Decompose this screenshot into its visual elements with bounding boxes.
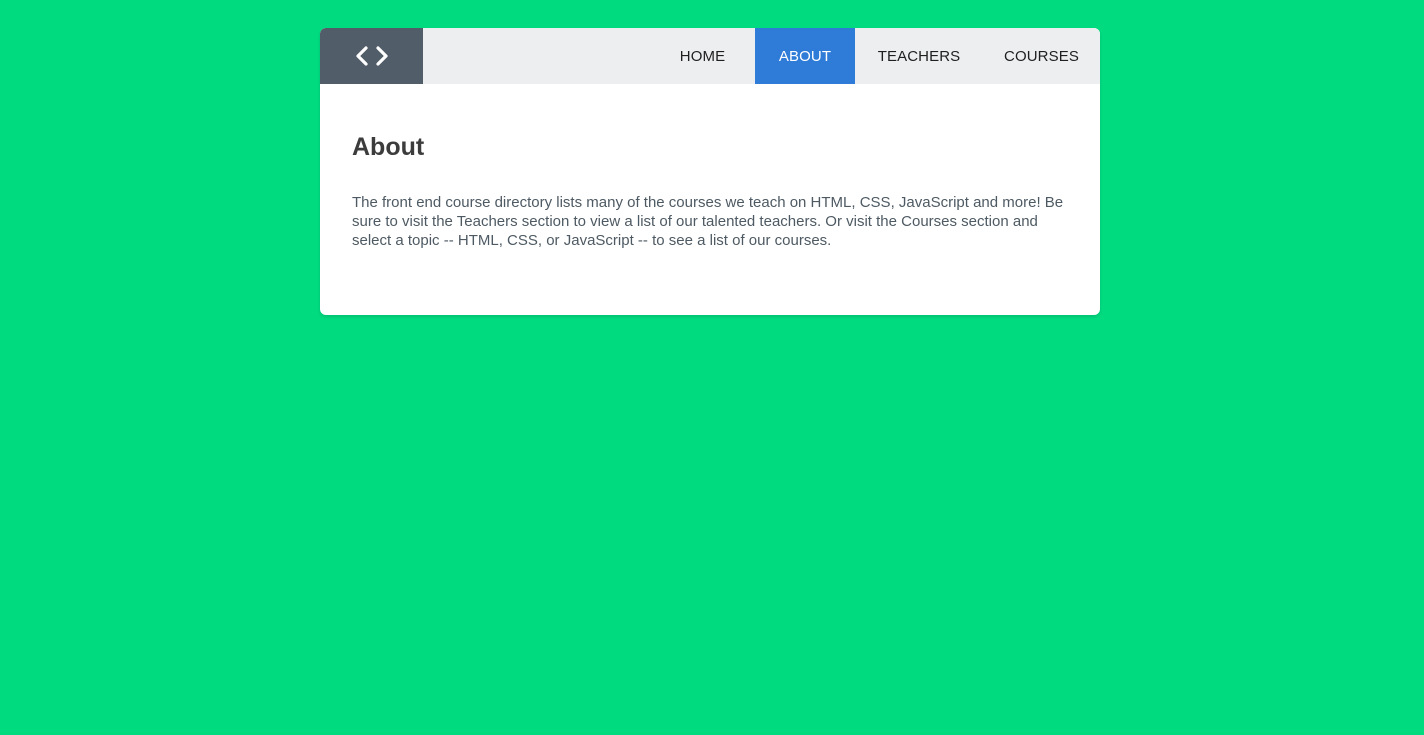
nav-item-courses[interactable]: COURSES: [983, 28, 1100, 84]
nav-item-home[interactable]: HOME: [650, 28, 755, 84]
main-nav: HOME ABOUT TEACHERS COURSES: [650, 28, 1100, 84]
nav-item-teachers[interactable]: TEACHERS: [855, 28, 983, 84]
about-paragraph: The front end course directory lists man…: [352, 194, 1064, 249]
content-card: HOME ABOUT TEACHERS COURSES About The fr…: [320, 28, 1100, 315]
home-logo-link[interactable]: [320, 28, 423, 84]
nav-item-about[interactable]: ABOUT: [755, 28, 855, 84]
main-content: About The front end course directory lis…: [352, 130, 1072, 250]
site-header: HOME ABOUT TEACHERS COURSES: [320, 28, 1100, 84]
page-title: About: [352, 133, 425, 161]
code-brackets-icon: [355, 45, 389, 67]
